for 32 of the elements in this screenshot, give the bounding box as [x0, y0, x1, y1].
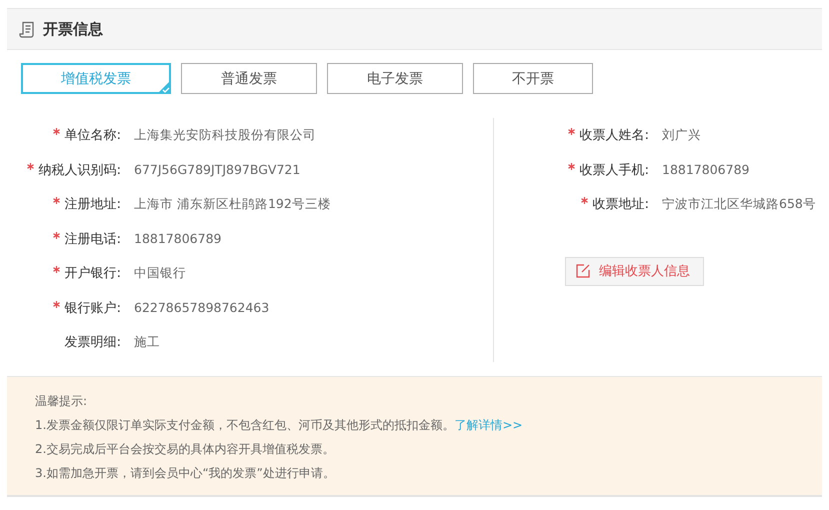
field-label: 纳税人识别码: — [38, 162, 121, 178]
field-value: 上海市 浦东新区杜鹃路192号三楼 — [134, 196, 331, 213]
field-label: 收票人手机: — [580, 162, 649, 178]
field-value: 施工 — [134, 334, 160, 351]
field-label: 注册地址: — [64, 197, 121, 212]
document-icon — [19, 20, 35, 38]
field-label: 开户银行: — [64, 266, 121, 282]
field-value: 宁波市江北区华城路658号 — [662, 196, 816, 213]
field-value: 62278657898762463 — [134, 300, 270, 316]
field-value: 677J56G789JTJ897BGV721 — [134, 162, 300, 178]
field-label: 注册电话: — [64, 232, 121, 247]
invoice-type-tab[interactable]: 不开票 — [473, 63, 593, 94]
field-value: 18817806789 — [662, 162, 750, 178]
invoice-type-tab[interactable]: 普通发票 — [181, 63, 317, 94]
field-value: 刘广兴 — [662, 126, 701, 144]
checkmark-icon — [157, 80, 171, 94]
tips-title: 温馨提示: — [35, 394, 88, 408]
tip-text: 1.发票金额仅限订单实际支付金额，不包含红包、河币及其他形式的抵扣金额。 — [35, 418, 454, 432]
section-title: 开票信息 — [43, 20, 103, 38]
field-value: 上海集光安防科技股份有限公司 — [134, 126, 316, 144]
field-label: 银行账户: — [64, 300, 121, 316]
tip-text: 2.交易完成后平台会按交易的具体内容开具增值税发票。 — [35, 442, 334, 456]
tip-text: 3.如需加急开票，请到会员中心“我的发票”处进行申请。 — [35, 466, 335, 480]
field-value: 中国银行 — [134, 264, 186, 282]
field-label: 单位名称: — [64, 128, 121, 144]
field-label: 收票人姓名: — [580, 128, 649, 144]
field-value: 18817806789 — [134, 231, 222, 246]
edit-icon — [576, 264, 590, 278]
invoice-type-tab[interactable]: 电子发票 — [327, 63, 463, 94]
field-label: 收票地址: — [592, 197, 649, 212]
edit-recipient-button[interactable]: 编辑收票人信息 — [565, 256, 704, 286]
field-label: 发票明细: — [64, 335, 121, 350]
